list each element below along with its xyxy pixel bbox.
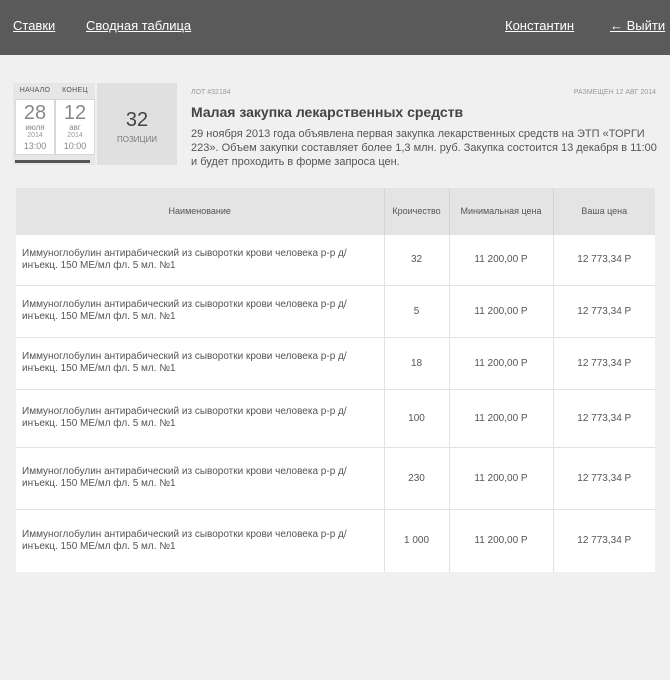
table-header-row: Наименование Кроичество Минимальная цена…	[16, 188, 655, 234]
lot-description: 29 ноября 2013 года объявлена первая зак…	[191, 128, 657, 168]
item-name: Иммуноглобулин антирабический из сыворот…	[16, 336, 385, 389]
item-min-price: 11 200,00 Р	[449, 284, 554, 337]
item-your-price[interactable]: 12 773,34 Р	[553, 388, 655, 447]
item-min-price: 11 200,00 Р	[449, 336, 554, 389]
start-time: 13:00	[23, 141, 47, 151]
item-quantity: 18	[384, 336, 450, 389]
item-quantity: 230	[384, 446, 450, 509]
item-quantity: 32	[384, 233, 450, 285]
item-quantity: 5	[384, 284, 450, 337]
item-min-price: 11 200,00 Р	[449, 233, 554, 285]
table-row: Иммуноглобулин антирабический из сыворот…	[16, 446, 655, 509]
table-row: Иммуноглобулин антирабический из сыворот…	[16, 508, 655, 572]
end-time: 10:00	[63, 141, 87, 151]
table-row: Иммуноглобулин антирабический из сыворот…	[16, 388, 655, 447]
item-min-price: 11 200,00 Р	[449, 508, 554, 572]
table-row: Иммуноглобулин антирабический из сыворот…	[16, 284, 655, 337]
end-year: 2014	[67, 132, 83, 139]
header-name: Наименование	[16, 188, 385, 234]
lot-posted-date: Размещен 12 авг 2014	[573, 89, 656, 96]
item-your-price[interactable]: 12 773,34 Р	[553, 336, 655, 389]
top-navigation-bar: Ставки Сводная таблица Константин ← Выйт…	[0, 0, 670, 55]
end-date-card: 12 авг 2014 10:00	[55, 99, 95, 155]
nav-link-summary-table[interactable]: Сводная таблица	[86, 18, 191, 33]
lot-id: Лот #32184	[191, 89, 231, 96]
items-table: Наименование Кроичество Минимальная цена…	[16, 188, 655, 572]
time-progress-bar	[15, 160, 90, 163]
item-name: Иммуноглобулин антирабический из сыворот…	[16, 508, 385, 572]
end-date: Конец 12 авг 2014 10:00	[55, 83, 95, 155]
item-your-price[interactable]: 12 773,34 Р	[553, 284, 655, 337]
item-your-price[interactable]: 12 773,34 Р	[553, 233, 655, 285]
table-row: Иммуноглобулин антирабический из сыворот…	[16, 233, 655, 285]
start-date-label: Начало	[19, 87, 51, 94]
start-date-card: 28 июля 2014 13:00	[15, 99, 55, 155]
item-quantity: 1 000	[384, 508, 450, 572]
item-your-price[interactable]: 12 773,34 Р	[553, 508, 655, 572]
item-name: Иммуноглобулин антирабический из сыворот…	[16, 446, 385, 509]
item-min-price: 11 200,00 Р	[449, 388, 554, 447]
item-name: Иммуноглобулин антирабический из сыворот…	[16, 388, 385, 447]
logout-link[interactable]: ← Выйти	[610, 18, 665, 33]
user-profile-link[interactable]: Константин	[505, 18, 574, 33]
start-month: июля	[25, 123, 45, 132]
item-quantity: 100	[384, 388, 450, 447]
start-date: Начало 28 июля 2014 13:00	[15, 83, 55, 155]
end-day: 12	[63, 102, 87, 124]
positions-count-box: 32 Позиции	[97, 83, 177, 165]
header-min-price: Минимальная цена	[449, 188, 554, 234]
end-month: авг	[69, 123, 81, 132]
header-your-price: Ваша цена	[553, 188, 655, 234]
positions-label: Позиции	[117, 135, 157, 144]
lot-title: Малая закупка лекарственных средств	[191, 104, 464, 120]
start-year: 2014	[27, 132, 43, 139]
start-day: 28	[23, 102, 47, 124]
item-name: Иммуноглобулин антирабический из сыворот…	[16, 284, 385, 337]
item-min-price: 11 200,00 Р	[449, 446, 554, 509]
end-date-label: Конец	[62, 87, 88, 94]
header-quantity: Кроичество	[384, 188, 450, 234]
item-name: Иммуноглобулин антирабический из сыворот…	[16, 233, 385, 285]
table-row: Иммуноглобулин антирабический из сыворот…	[16, 336, 655, 389]
positions-count: 32	[125, 109, 149, 131]
item-your-price[interactable]: 12 773,34 Р	[553, 446, 655, 509]
nav-link-bets[interactable]: Ставки	[13, 18, 55, 33]
